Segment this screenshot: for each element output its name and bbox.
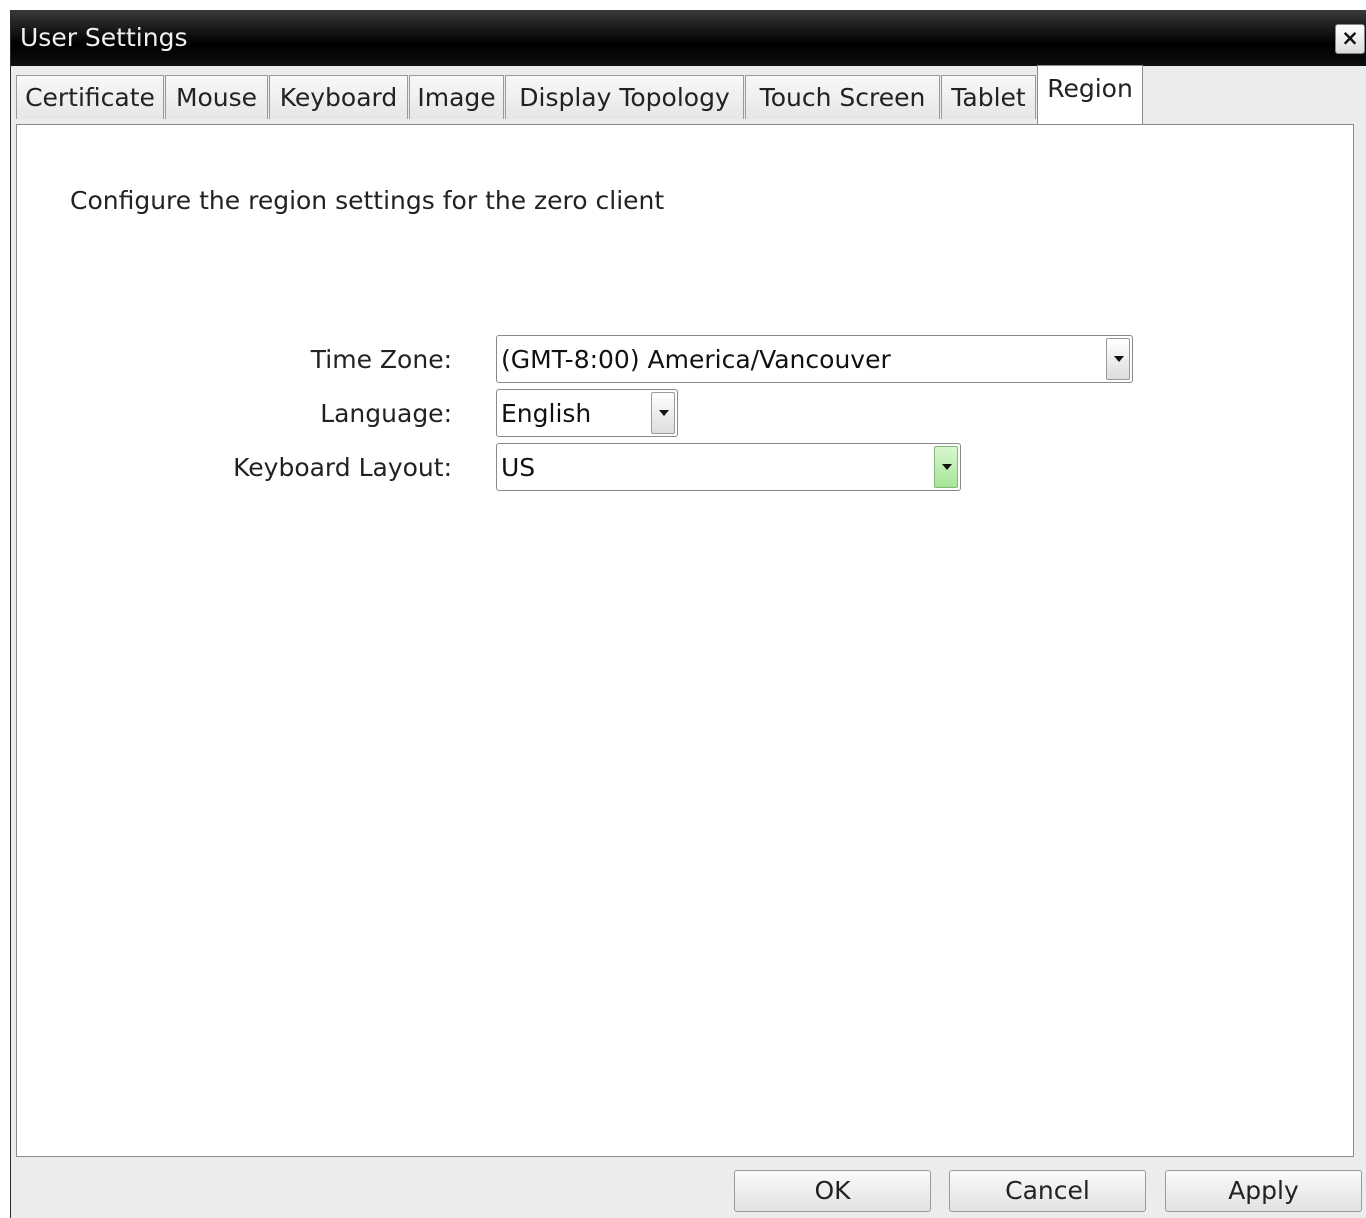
language-label: Language: — [320, 399, 452, 428]
language-value: English — [501, 399, 592, 428]
keyboard-layout-label: Keyboard Layout: — [233, 453, 452, 482]
tab-image[interactable]: Image — [409, 75, 504, 119]
time-zone-value: (GMT-8:00) America/Vancouver — [501, 345, 891, 374]
ok-button[interactable]: OK — [734, 1170, 931, 1212]
language-select[interactable]: English — [496, 389, 678, 437]
tab-certificate[interactable]: Certificate — [16, 75, 164, 119]
cancel-button[interactable]: Cancel — [949, 1170, 1146, 1212]
chevron-down-icon[interactable] — [651, 392, 675, 434]
time-zone-label: Time Zone: — [310, 345, 452, 374]
close-icon: × — [1341, 26, 1359, 50]
region-description: Configure the region settings for the ze… — [70, 186, 665, 215]
close-button[interactable]: × — [1335, 24, 1365, 54]
title-bar: User Settings × — [11, 10, 1366, 66]
tab-display-topology[interactable]: Display Topology — [505, 75, 744, 119]
tab-region[interactable]: Region — [1037, 65, 1143, 125]
keyboard-layout-value: US — [501, 453, 536, 482]
keyboard-layout-select[interactable]: US — [496, 443, 961, 491]
chevron-down-icon[interactable] — [934, 446, 958, 488]
window-title: User Settings — [20, 23, 188, 52]
apply-button[interactable]: Apply — [1165, 1170, 1362, 1212]
tab-mouse[interactable]: Mouse — [165, 75, 268, 119]
region-panel: Configure the region settings for the ze… — [16, 124, 1354, 1157]
time-zone-select[interactable]: (GMT-8:00) America/Vancouver — [496, 335, 1133, 383]
tab-keyboard[interactable]: Keyboard — [269, 75, 408, 119]
tab-tablet[interactable]: Tablet — [941, 75, 1036, 119]
tab-touch-screen[interactable]: Touch Screen — [745, 75, 940, 119]
chevron-down-icon[interactable] — [1106, 338, 1130, 380]
tab-bar: Certificate Mouse Keyboard Image Display… — [16, 65, 1356, 125]
